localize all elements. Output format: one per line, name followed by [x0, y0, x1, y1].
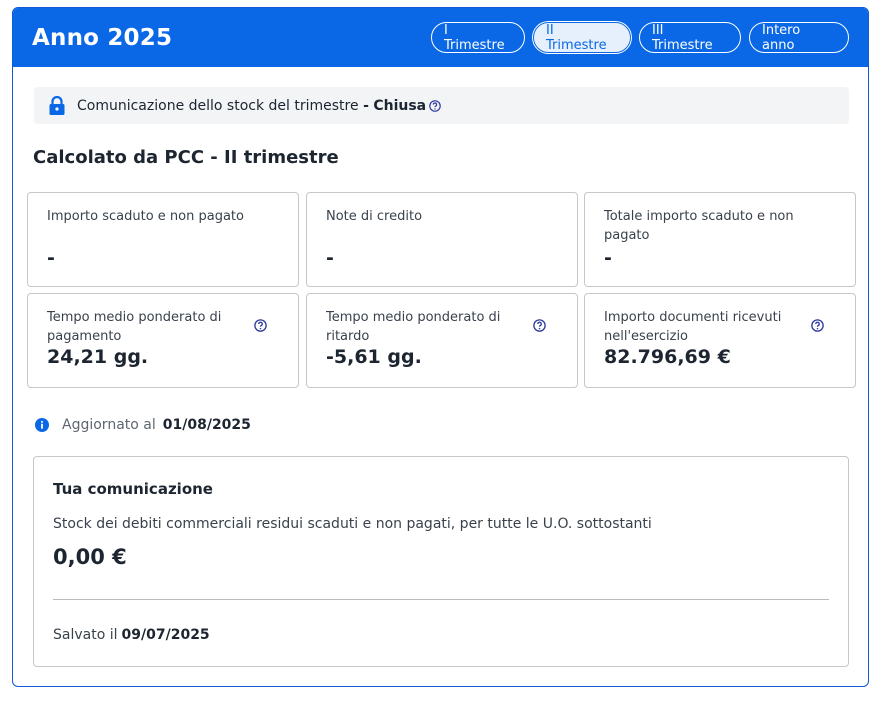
lock-icon: [48, 95, 66, 116]
card-value: -: [47, 247, 55, 269]
info-icon: [35, 418, 49, 432]
card-label: Note di credito: [326, 209, 423, 224]
card-label: Tempo medio ponderato di pagamento: [47, 310, 222, 344]
card-value: 24,21 gg.: [47, 346, 149, 368]
card-total-overdue: Totale importo scaduto e non pagato -: [584, 192, 856, 287]
help-icon[interactable]: [254, 319, 267, 332]
quarter-tabs: I Trimestre II Trimestre III Trimestre I…: [431, 22, 849, 53]
card-avg-payment-time: Tempo medio ponderato di pagamento 24,21…: [27, 293, 299, 388]
card-label: Totale importo scaduto e non pagato: [604, 209, 794, 243]
help-icon[interactable]: [533, 319, 546, 332]
card-label: Tempo medio ponderato di ritardo: [326, 310, 501, 344]
tab-first-quarter[interactable]: I Trimestre: [431, 22, 525, 53]
updated-date: 01/08/2025: [162, 417, 251, 433]
card-value: -: [604, 247, 612, 269]
card-overdue-unpaid: Importo scaduto e non pagato -: [27, 192, 299, 287]
section-title: Calcolato da PCC - II trimestre: [33, 147, 339, 168]
card-value: -: [326, 247, 334, 269]
year-panel: Anno 2025 I Trimestre II Trimestre III T…: [12, 7, 869, 687]
communication-card: Tua comunicazione Stock dei debiti comme…: [33, 456, 849, 667]
help-icon[interactable]: [811, 319, 824, 332]
card-value: 82.796,69 €: [604, 346, 731, 368]
card-avg-delay-time: Tempo medio ponderato di ritardo -5,61 g…: [306, 293, 578, 388]
stock-status-bar: Comunicazione dello stock del trimestre …: [34, 87, 849, 124]
page-title: Anno 2025: [32, 24, 173, 51]
card-credit-notes: Note di credito -: [306, 192, 578, 287]
communication-description: Stock dei debiti commerciali residui sca…: [53, 516, 652, 532]
card-label: Importo scaduto e non pagato: [47, 209, 244, 224]
saved-date: 09/07/2025: [121, 627, 210, 643]
divider: [53, 599, 829, 600]
card-value: -5,61 gg.: [326, 346, 422, 368]
card-documents-received: Importo documenti ricevuti nell'esercizi…: [584, 293, 856, 388]
help-icon[interactable]: [429, 99, 441, 112]
tab-full-year[interactable]: Intero anno: [749, 22, 849, 53]
updated-info: Aggiornato al 01/08/2025: [35, 417, 251, 433]
communication-amount: 0,00 €: [53, 545, 127, 569]
tab-second-quarter[interactable]: II Trimestre: [533, 22, 631, 53]
updated-label: Aggiornato al: [62, 417, 156, 433]
saved-info: Salvato il 09/07/2025: [53, 627, 210, 643]
status-badge: Chiusa: [373, 97, 427, 114]
status-text: Comunicazione dello stock del trimestre …: [77, 97, 427, 114]
tab-third-quarter[interactable]: III Trimestre: [639, 22, 741, 53]
panel-header: Anno 2025 I Trimestre II Trimestre III T…: [13, 8, 868, 67]
card-label: Importo documenti ricevuti nell'esercizi…: [604, 310, 782, 344]
communication-title: Tua comunicazione: [53, 480, 213, 498]
